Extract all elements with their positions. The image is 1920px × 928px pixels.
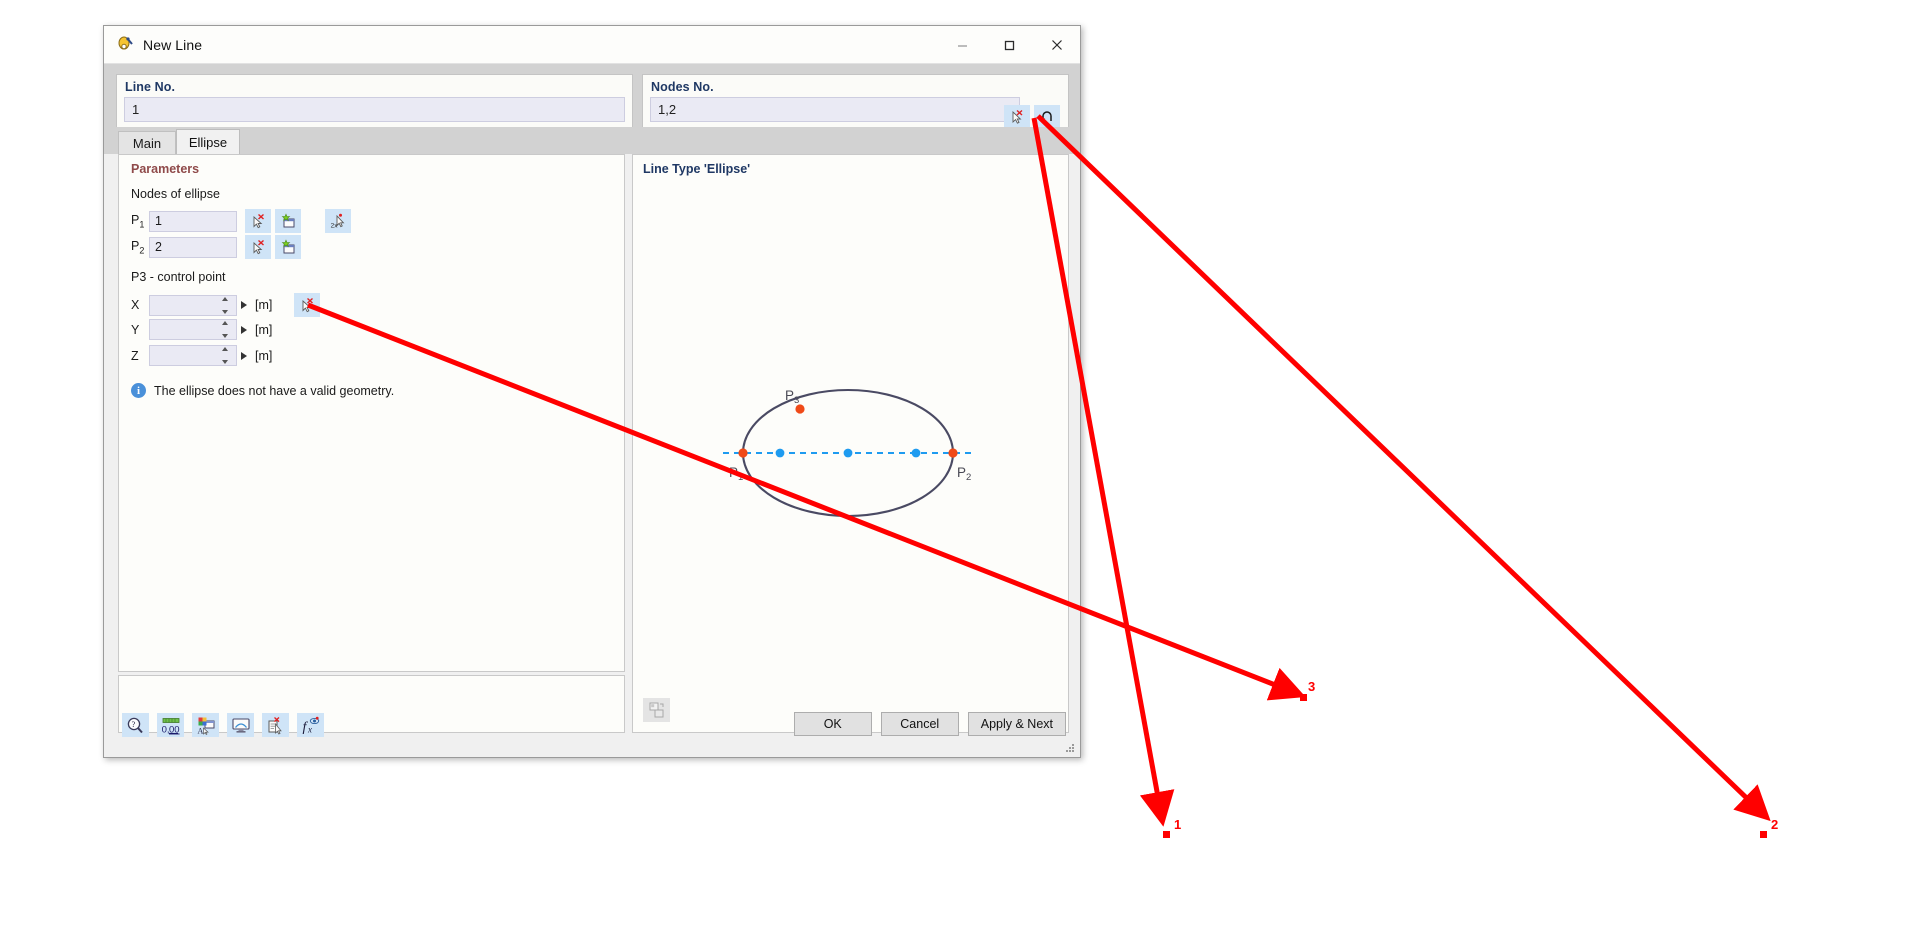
tab-ellipse[interactable]: Ellipse — [176, 129, 240, 154]
point-p1-label: P1 — [729, 465, 743, 483]
p2-row: P2 2 — [131, 235, 301, 259]
control-point-z-stepper[interactable] — [220, 347, 229, 364]
line-no-input[interactable]: 1 — [124, 97, 625, 122]
apply-next-button[interactable]: Apply & Next — [967, 712, 1066, 736]
nodes-no-input[interactable]: 1,2 — [650, 97, 1020, 122]
nodes-no-buttons — [1004, 105, 1060, 129]
p1-input[interactable]: 1 — [149, 210, 237, 232]
point-p1 — [738, 448, 748, 458]
annotation-arrow-2 — [1036, 114, 1771, 822]
control-point-y-row: Y [m] — [131, 319, 272, 340]
control-point-x-unit: [m] — [255, 298, 273, 312]
header-strip: Line No. 1 Nodes No. 1,2 — [104, 64, 1080, 138]
control-point-x-stepper[interactable] — [220, 296, 229, 314]
svg-text:2x: 2x — [330, 222, 338, 229]
pick-p2-button[interactable] — [245, 235, 271, 259]
p2-label: P2 — [131, 238, 145, 256]
point-p2-label: P2 — [957, 465, 971, 483]
control-point-z-label: Z — [131, 348, 139, 363]
validation-message: i The ellipse does not have a valid geom… — [131, 383, 394, 398]
p2-input[interactable]: 2 — [149, 236, 237, 258]
axis-point — [911, 448, 921, 458]
nodes-no-label: Nodes No. — [651, 80, 714, 94]
display-properties-button[interactable]: A — [192, 713, 219, 737]
svg-text:?: ? — [132, 720, 136, 729]
control-point-x-label: X — [131, 298, 140, 312]
parameters-panel: Parameters Nodes of ellipse P1 1 2x P2 2… — [118, 154, 625, 672]
help-button[interactable]: ? — [122, 713, 149, 737]
axis-center-point — [843, 448, 853, 458]
tab-strip: Main Ellipse — [104, 127, 1080, 154]
view-mode-button[interactable] — [227, 713, 254, 737]
window-title: New Line — [143, 36, 203, 53]
nodes-of-ellipse-label: Nodes of ellipse — [131, 187, 220, 201]
title-bar: New Line — [104, 26, 1080, 64]
control-point-title: P3 - control point — [131, 270, 226, 284]
maximize-button[interactable] — [986, 26, 1033, 64]
window-controls — [939, 26, 1080, 64]
ok-button[interactable]: OK — [793, 712, 872, 736]
tab-main-label: Main — [132, 135, 162, 151]
axis-point — [775, 448, 785, 458]
ellipse-diagram: P1 P2 P3 — [723, 388, 973, 518]
reverse-orientation-button[interactable] — [1034, 105, 1060, 129]
preview-panel: Line Type 'Ellipse' P1 P2 P3 — [632, 154, 1069, 733]
pick-nodes-button[interactable] — [1004, 105, 1030, 129]
dialog-bottom-bar: ? 0, 00 A f x OK Cancel Apply & Next — [104, 701, 1080, 757]
svg-text:x: x — [307, 724, 312, 734]
number-format-button[interactable]: 0, 00 — [157, 713, 184, 737]
close-button[interactable] — [1033, 26, 1080, 64]
new-node-p2-button[interactable] — [275, 235, 301, 259]
control-point-z-row: Z [m] — [131, 345, 272, 366]
svg-text:A: A — [197, 726, 203, 735]
point-p3-label: P3 — [785, 388, 799, 406]
annotation-square-3 — [1300, 694, 1307, 701]
annotation-number-3: 3 — [1308, 679, 1316, 694]
comment-button[interactable] — [262, 713, 289, 737]
cancel-button[interactable]: Cancel — [880, 712, 959, 736]
validation-message-text: The ellipse does not have a valid geomet… — [154, 383, 395, 398]
p1-label: P1 — [131, 212, 145, 230]
pick-p1-button[interactable] — [245, 209, 271, 233]
minimize-button[interactable] — [939, 26, 986, 64]
control-point-x-row: X [m] — [131, 293, 321, 317]
control-point-y-stepper[interactable] — [220, 321, 229, 338]
annotation-square-1 — [1163, 831, 1170, 838]
preview-title: Line Type 'Ellipse' — [643, 162, 751, 176]
line-tool-icon — [116, 36, 134, 54]
line-no-label: Line No. — [125, 80, 176, 94]
apply-next-button-label: Apply & Next — [980, 717, 1053, 731]
control-point-y-unit: [m] — [255, 322, 273, 337]
tab-main[interactable]: Main — [118, 131, 176, 154]
resize-grip[interactable] — [1064, 742, 1076, 754]
new-node-p1-button[interactable] — [275, 209, 301, 233]
formula-button[interactable]: f x — [297, 713, 324, 737]
new-line-dialog: New Line Line No. 1 Nodes No. 1,2 Main E… — [103, 25, 1081, 758]
parameters-title: Parameters — [131, 162, 200, 176]
cancel-button-label: Cancel — [900, 717, 940, 731]
control-point-z-unit: [m] — [255, 348, 273, 363]
info-icon: i — [131, 383, 146, 398]
dialog-toolbar: ? 0, 00 A f x — [122, 713, 324, 737]
pick-two-nodes-button[interactable]: 2x — [325, 209, 351, 233]
screen-root: New Line Line No. 1 Nodes No. 1,2 Main E… — [0, 0, 1920, 928]
control-point-z-expand-icon[interactable] — [241, 351, 247, 360]
point-p2 — [948, 448, 958, 458]
annotation-number-2: 2 — [1771, 817, 1779, 832]
annotation-square-2 — [1760, 831, 1767, 838]
ok-button-label: OK — [823, 717, 842, 731]
p1-row: P1 1 2x — [131, 209, 351, 233]
control-point-y-label: Y — [131, 322, 140, 337]
dialog-action-buttons: OK Cancel Apply & Next — [793, 712, 1066, 736]
pick-control-point-button[interactable] — [294, 293, 321, 317]
tab-ellipse-label: Ellipse — [188, 134, 228, 150]
control-point-y-expand-icon[interactable] — [241, 325, 247, 334]
control-point-x-expand-icon[interactable] — [241, 301, 247, 309]
dialog-content: Parameters Nodes of ellipse P1 1 2x P2 2… — [104, 154, 1080, 757]
annotation-number-1: 1 — [1174, 817, 1182, 832]
